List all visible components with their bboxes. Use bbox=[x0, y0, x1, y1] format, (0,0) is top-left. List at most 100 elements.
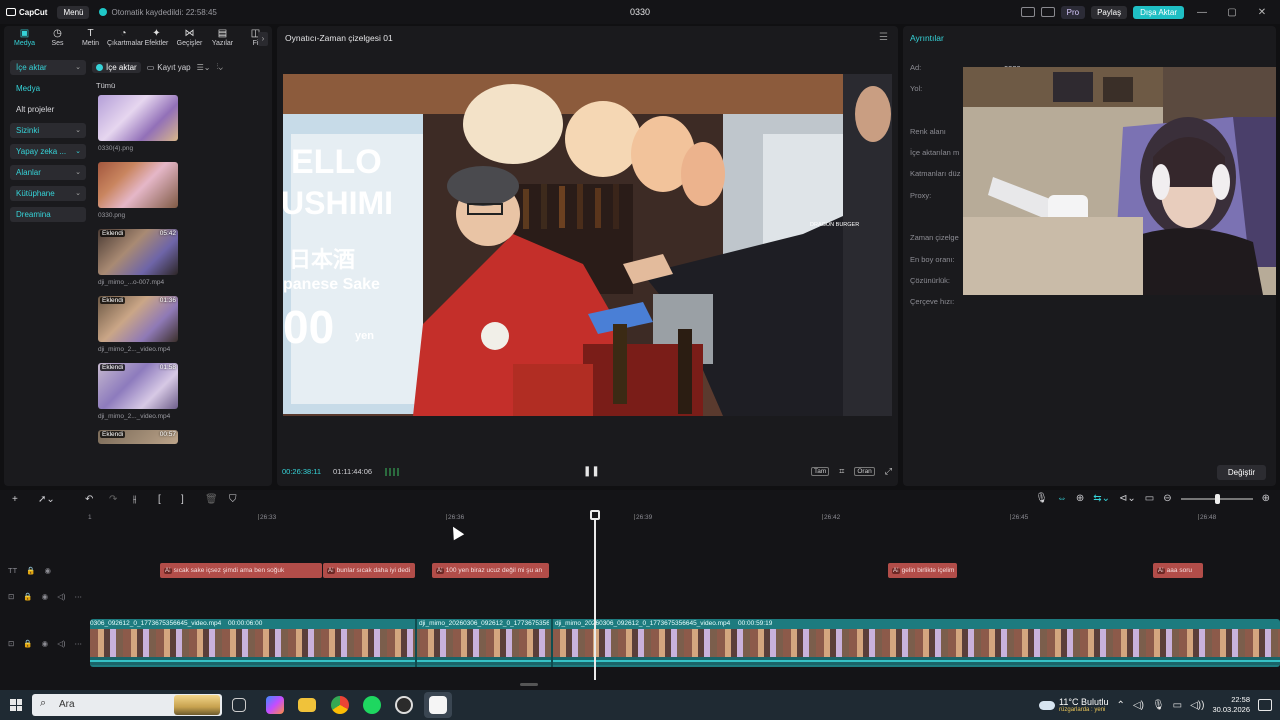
lock-icon[interactable]: 🔒 bbox=[26, 566, 35, 575]
media-item[interactable]: Eklendi 01:36 dji_mimo_2..._video.mp4 bbox=[98, 296, 178, 358]
record-button[interactable]: ▭ Kayıt yap bbox=[147, 63, 191, 72]
ratio-button[interactable]: Oran bbox=[854, 467, 875, 476]
timeline-ruler[interactable]: 1 26:33 26:36 26:39 26:42 26:45 26:48 bbox=[88, 512, 1280, 526]
display-icon[interactable]: ▭ bbox=[1173, 700, 1182, 711]
import-label: İçe aktar bbox=[106, 62, 137, 72]
media-item[interactable]: 0330(4).png bbox=[98, 95, 178, 157]
menu-icon[interactable]: ☰ bbox=[879, 32, 888, 43]
lock-icon[interactable]: 🔒 bbox=[23, 592, 32, 601]
spotify-icon[interactable] bbox=[363, 696, 381, 714]
tab-audio[interactable]: ◷ Ses bbox=[41, 26, 74, 52]
crop-icon[interactable]: ⌗ bbox=[839, 466, 844, 477]
speaker-icon[interactable]: ◁) bbox=[57, 639, 65, 648]
media-item[interactable]: 0330.png bbox=[98, 162, 178, 224]
side-item-import[interactable]: İçe aktar ⌄ bbox=[10, 60, 86, 75]
zoom-out-icon[interactable]: ⊖ bbox=[1163, 493, 1171, 504]
chrome-icon[interactable] bbox=[331, 696, 349, 714]
side-item-yours[interactable]: Sizinki ⌄ bbox=[10, 123, 86, 138]
media-item[interactable]: Eklendi 00:57 bbox=[98, 430, 178, 444]
delete-icon[interactable]: 🗑 bbox=[205, 494, 218, 505]
file-explorer-icon[interactable] bbox=[298, 698, 316, 712]
media-item[interactable]: Eklendi 05:42 dji_mimo_...o-007.mp4 bbox=[98, 229, 178, 291]
playhead-handle[interactable] bbox=[590, 510, 600, 520]
filter-icon[interactable]: ⫶⌄ bbox=[216, 62, 222, 72]
playhead[interactable] bbox=[594, 512, 596, 680]
task-view-icon[interactable] bbox=[232, 698, 246, 712]
taskbar-search[interactable]: ⌕ Ara bbox=[32, 694, 222, 716]
media-item[interactable]: Eklendi 01:58 dji_mimo_2..._video.mp4 bbox=[98, 363, 178, 425]
side-item-subprojects[interactable]: Alt projeler bbox=[10, 102, 86, 117]
eye-icon[interactable]: ◉ bbox=[45, 566, 52, 575]
layout-icon[interactable] bbox=[1020, 7, 1035, 17]
side-item-media[interactable]: Medya bbox=[10, 81, 86, 96]
tab-media[interactable]: ▣ Medya bbox=[8, 26, 41, 52]
chevron-right-icon[interactable]: › bbox=[258, 32, 268, 46]
more-icon[interactable]: ⋯ bbox=[74, 592, 82, 601]
shortcut-icon[interactable] bbox=[1040, 7, 1055, 17]
clock[interactable]: 22:58 30.03.2026 bbox=[1212, 695, 1250, 715]
microphone-icon[interactable]: 🎙 bbox=[1035, 493, 1048, 504]
add-icon[interactable]: + bbox=[12, 494, 18, 505]
fullscreen-icon[interactable]: ⤢ bbox=[885, 466, 892, 477]
split-icon[interactable]: ⫲ bbox=[133, 494, 136, 505]
lock-icon[interactable]: 🔒 bbox=[23, 639, 32, 648]
undo-icon[interactable]: ↶ bbox=[85, 494, 93, 505]
share-button[interactable]: Paylaş bbox=[1091, 5, 1128, 19]
side-item-spaces[interactable]: Alanlar ⌄ bbox=[10, 165, 86, 180]
windows-start-icon[interactable] bbox=[10, 699, 22, 711]
pause-button[interactable]: ❚❚ bbox=[583, 466, 600, 477]
copilot-icon[interactable] bbox=[266, 696, 284, 714]
speaker-icon[interactable]: ◁) bbox=[57, 592, 65, 601]
magnet-icon[interactable]: ⇆⌄ bbox=[1093, 493, 1110, 504]
eye-icon[interactable]: ◉ bbox=[42, 592, 49, 601]
tab-stickers[interactable]: ◔ Çıkartmalar bbox=[107, 26, 143, 52]
close-button[interactable]: ✕ bbox=[1250, 7, 1274, 18]
trim-right-icon[interactable]: ] bbox=[181, 494, 184, 505]
eye-icon[interactable]: ◉ bbox=[42, 639, 49, 648]
import-button[interactable]: İçe aktar bbox=[92, 61, 141, 73]
full-quality-button[interactable]: Tam bbox=[810, 467, 830, 476]
tab-captions[interactable]: ▤ Yazılar bbox=[206, 26, 239, 52]
capcut-taskbar-icon[interactable] bbox=[429, 696, 447, 714]
select-tool-icon[interactable]: ➚⌄ bbox=[38, 494, 55, 505]
link-icon[interactable]: ⇔ bbox=[1057, 493, 1067, 504]
more-icon[interactable]: ⋯ bbox=[74, 639, 82, 648]
video-track[interactable]: 0306_092612_0_1773675356645_video.mp4 00… bbox=[90, 619, 1280, 667]
obs-icon[interactable] bbox=[395, 696, 413, 714]
side-item-dreamina[interactable]: Dreamina bbox=[10, 207, 86, 222]
side-item-library[interactable]: Kütüphane ⌄ bbox=[10, 186, 86, 201]
sort-icon[interactable]: ☰⌄ bbox=[197, 63, 211, 72]
zoom-in-icon[interactable]: ⊕ bbox=[1262, 493, 1270, 504]
notification-icon[interactable] bbox=[1258, 699, 1272, 711]
text-clip[interactable]: A⁞ gelin birlikte içelim bbox=[888, 563, 957, 578]
microphone-icon[interactable]: 🎙 bbox=[1152, 700, 1165, 711]
snap-icon[interactable]: ⊕ bbox=[1076, 493, 1084, 504]
text-clip[interactable]: A⁞ 100 yen biraz ucuz değil mi şu an bbox=[432, 563, 549, 578]
trim-left-icon[interactable]: [ bbox=[158, 494, 161, 505]
tab-effects[interactable]: ✦ Efektler bbox=[140, 26, 173, 52]
zoom-slider[interactable] bbox=[1180, 493, 1253, 504]
tab-transitions[interactable]: ⋈ Geçişler bbox=[173, 26, 206, 52]
menu-button[interactable]: Menü bbox=[57, 5, 90, 19]
volume-icon[interactable]: ◁)) bbox=[1190, 700, 1204, 711]
speaker-icon[interactable]: ◁) bbox=[1133, 700, 1144, 711]
pro-button[interactable]: Pro bbox=[1060, 5, 1086, 19]
preview-axis-icon[interactable]: ⊲⌄ bbox=[1119, 493, 1136, 504]
tab-text[interactable]: T Metin bbox=[74, 26, 107, 52]
maximize-button[interactable]: ▢ bbox=[1220, 7, 1244, 18]
chevron-up-icon[interactable]: ⌃ bbox=[1117, 700, 1125, 711]
change-button[interactable]: Değiştir bbox=[1216, 465, 1266, 480]
redo-icon[interactable]: ↷ bbox=[109, 494, 117, 505]
text-clip[interactable]: A⁞ aaa soru bbox=[1153, 563, 1203, 578]
caption-icon[interactable]: ▭ bbox=[1145, 493, 1154, 504]
text-clip[interactable]: A⁞ bunlar sıcak daha iyi dedi bbox=[323, 563, 415, 578]
export-button[interactable]: Dışa Aktar bbox=[1133, 5, 1184, 19]
video-preview[interactable]: ELLO USHIMI 日本酒 panese Sake 00 yen DRAGO… bbox=[283, 74, 892, 416]
timeline-scrollbar[interactable] bbox=[520, 683, 538, 686]
zoom-slider-knob[interactable] bbox=[1214, 493, 1220, 504]
text-clip[interactable]: A⁞ sıcak sake içsez şimdi ama ben soğuk bbox=[160, 563, 322, 578]
side-item-ai[interactable]: Yapay zeka ... ⌄ bbox=[10, 144, 86, 159]
weather-widget[interactable]: 11°C Bulutlu rüzgarlarda : yeni bbox=[1039, 697, 1109, 713]
minimize-button[interactable]: — bbox=[1190, 7, 1214, 18]
shield-icon[interactable]: ⛉ bbox=[229, 494, 237, 505]
